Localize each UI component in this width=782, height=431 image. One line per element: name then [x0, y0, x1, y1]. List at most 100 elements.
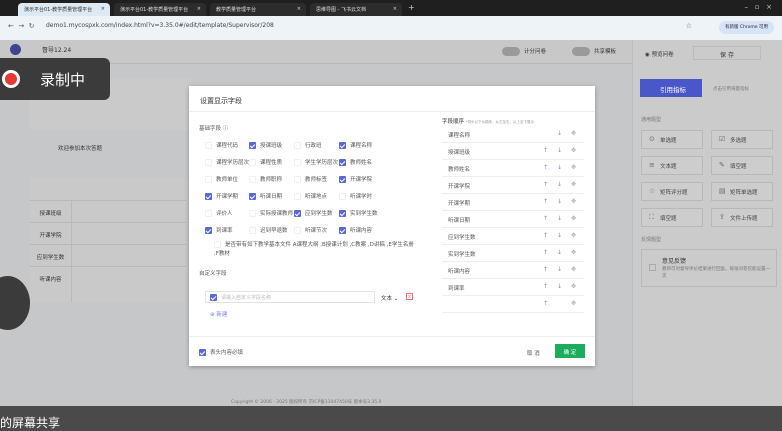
cite-indicator-button[interactable]: 引用指标 [640, 79, 702, 97]
arrow-up-icon[interactable]: ↑ [543, 164, 548, 171]
field-option[interactable]: 教师标签 [294, 175, 327, 183]
field-option[interactable]: 教师单位 [205, 175, 238, 183]
update-chrome-button[interactable]: 有新版 Chrome 可用 [718, 21, 774, 34]
checkbox[interactable] [249, 176, 256, 183]
close-icon[interactable]: × [197, 6, 201, 12]
field-option[interactable]: 迟到早退数 [249, 226, 288, 234]
arrow-down-icon[interactable]: ↓ [557, 266, 562, 273]
star-icon[interactable]: ☆ [686, 22, 692, 30]
url-field[interactable]: demo1.mycospxk.com/index.html?v=3.35.0#/… [46, 22, 274, 29]
score-toggle[interactable]: 计分问卷 [502, 47, 546, 56]
checkbox[interactable] [249, 227, 256, 234]
drag-icon[interactable]: ✥ [571, 198, 576, 205]
drag-icon[interactable]: ✥ [571, 300, 576, 307]
checkbox[interactable] [294, 227, 301, 234]
back-icon[interactable] [10, 44, 21, 55]
question-type-6[interactable]: ⛶ 填空题 [641, 208, 703, 227]
field-option[interactable]: 课程代码 [205, 141, 238, 149]
question-type-5[interactable]: ▤ 矩阵单选题 [711, 182, 773, 201]
arrow-down-icon[interactable]: ↓ [557, 147, 562, 154]
browser-tab[interactable]: 演示平台01-教学质量管理平台 × [18, 3, 110, 16]
checkbox[interactable] [339, 176, 346, 183]
field-option[interactable]: 听课内容 [339, 226, 372, 234]
close-icon[interactable]: × [393, 6, 397, 12]
order-row[interactable]: 课程名称 ↓ ✥ [442, 126, 584, 143]
checkbox[interactable] [339, 193, 346, 200]
field-option[interactable]: 行政班 [294, 141, 322, 149]
feedback-checkbox[interactable] [649, 264, 656, 271]
order-row[interactable]: 听课日期 ↑ ↓ ✥ [442, 211, 584, 228]
checkbox[interactable] [294, 142, 301, 149]
nav-buttons[interactable]: ← → ↻ [8, 22, 35, 30]
drag-icon[interactable]: ✥ [571, 232, 576, 239]
field-option[interactable]: 评价人 [205, 209, 233, 217]
checkbox[interactable] [249, 159, 256, 166]
drag-icon[interactable]: ✥ [571, 283, 576, 290]
type-select[interactable]: 文本 ⌄ [381, 294, 398, 302]
field-option[interactable]: 应到学生数 [294, 209, 333, 217]
drag-icon[interactable]: ✥ [571, 130, 576, 137]
arrow-down-icon[interactable]: ↓ [557, 215, 562, 222]
checkbox[interactable] [205, 176, 212, 183]
arrow-up-icon[interactable]: ↑ [543, 300, 548, 307]
confirm-button[interactable]: 确 定 [555, 344, 585, 358]
order-row[interactable]: 开课学院 ↑ ↓ ✥ [442, 177, 584, 194]
field-option[interactable]: 听课节次 [294, 226, 327, 234]
checkbox[interactable] [205, 227, 212, 234]
arrow-up-icon[interactable]: ↑ [543, 198, 548, 205]
arrow-down-icon[interactable]: ↓ [557, 198, 562, 205]
order-row[interactable]: 教师姓名 ↑ ↓ ✥ [442, 160, 584, 177]
close-icon[interactable]: × [101, 6, 105, 12]
share-toggle[interactable]: 共享模板 [572, 47, 616, 56]
checkbox[interactable] [249, 210, 256, 217]
checkbox[interactable] [205, 142, 212, 149]
field-option[interactable]: 课程名称 [339, 141, 372, 149]
preview-button[interactable]: ◉ 预览问卷 [645, 50, 674, 58]
arrow-down-icon[interactable]: ↓ [557, 232, 562, 239]
checkbox[interactable] [294, 193, 301, 200]
checkbox[interactable] [294, 176, 301, 183]
arrow-up-icon[interactable]: ↑ [543, 249, 548, 256]
drag-icon[interactable]: ✥ [571, 181, 576, 188]
field-option[interactable]: 听课学时 [339, 192, 372, 200]
field-option[interactable]: 听课地点 [294, 192, 327, 200]
files-field[interactable]: 是否带有如下教学基本文件 A课程大纲 ,B授课计划 ,C教案 ,D讲稿 ,E学生… [214, 241, 414, 259]
window-controls[interactable]: – ▫ × [745, 3, 772, 11]
arrow-up-icon[interactable]: ↑ [543, 266, 548, 273]
checkbox[interactable] [294, 210, 301, 217]
browser-tab[interactable]: 演示平台01-教学质量管理平台 × [114, 3, 206, 16]
checkbox[interactable] [205, 210, 212, 217]
question-type-3[interactable]: ✎ 填空题 [711, 156, 773, 175]
arrow-down-icon[interactable]: ↓ [557, 130, 562, 137]
checkbox[interactable] [339, 159, 346, 166]
order-row[interactable]: 应到学生数 ↑ ↓ ✥ [442, 228, 584, 245]
save-button[interactable]: 保 存 [693, 46, 761, 60]
checkbox[interactable] [339, 142, 346, 149]
close-icon[interactable]: × [297, 6, 301, 12]
order-row[interactable]: ↑ ✥ [442, 296, 584, 313]
browser-tab[interactable]: 思维导图 - 飞书云文档 × [310, 3, 402, 16]
cancel-button[interactable]: 取 消 [527, 349, 540, 357]
drag-icon[interactable]: ✥ [571, 147, 576, 154]
field-option[interactable]: 实际授课教师 [249, 209, 293, 217]
arrow-up-icon[interactable]: ↑ [543, 215, 548, 222]
question-type-2[interactable]: ≡ 文本题 [641, 156, 703, 175]
checkbox[interactable] [205, 159, 212, 166]
field-option[interactable]: 学生学历层次 [294, 158, 338, 166]
question-type-4[interactable]: ☆ 矩阵评分题 [641, 182, 703, 201]
field-option[interactable]: 教师姓名 [339, 158, 372, 166]
question-type-1[interactable]: ☑ 多选题 [711, 130, 773, 149]
field-option[interactable]: 听课日期 [249, 192, 282, 200]
field-option[interactable]: 课程学历层次 [205, 158, 249, 166]
order-row[interactable]: 听课内容 ↑ ↓ ✥ [442, 262, 584, 279]
order-row[interactable]: 开课学期 ↑ ↓ ✥ [442, 194, 584, 211]
order-row[interactable]: 到课率 ↑ ↓ ✥ [442, 279, 584, 296]
checkbox[interactable] [339, 210, 346, 217]
checkbox[interactable] [249, 142, 256, 149]
order-row[interactable]: 实到学生数 ↑ ↓ ✥ [442, 245, 584, 262]
new-tab-button[interactable]: + [408, 3, 415, 12]
field-option[interactable]: 课程性质 [249, 158, 282, 166]
browser-tab[interactable]: 教学质量管理平台 × [210, 3, 306, 16]
feedback-card[interactable]: 意见反馈 教师可对督导评价结果进行回复。每张问卷仅能设置一次 [641, 249, 777, 287]
arrow-down-icon[interactable]: ↓ [557, 283, 562, 290]
